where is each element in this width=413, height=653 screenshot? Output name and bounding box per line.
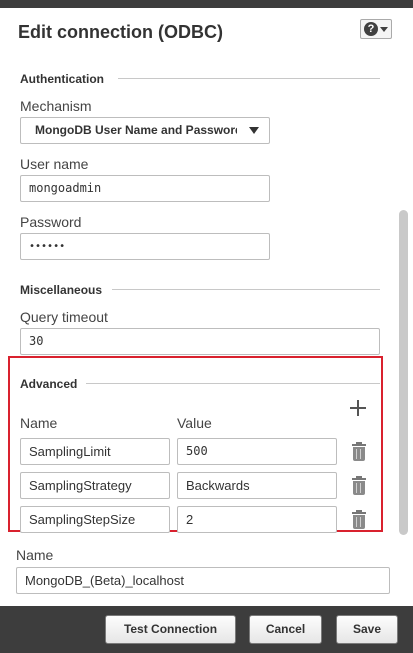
scrollbar-thumb[interactable] xyxy=(399,210,408,535)
test-connection-button[interactable]: Test Connection xyxy=(105,615,236,644)
connection-name-input[interactable]: MongoDB_(Beta)_localhost xyxy=(16,567,390,594)
trash-icon[interactable] xyxy=(352,442,366,461)
password-input[interactable]: •••••• xyxy=(20,233,270,260)
miscellaneous-divider xyxy=(112,289,380,290)
mechanism-selected-value: MongoDB User Name and Password xyxy=(35,123,237,137)
chevron-down-icon xyxy=(380,26,388,32)
help-button[interactable]: ? xyxy=(360,19,392,39)
section-authentication: Authentication xyxy=(20,72,104,86)
advanced-row-value-input[interactable]: Backwards xyxy=(177,472,337,499)
advanced-row-value-input[interactable]: 500 xyxy=(177,438,337,465)
help-icon: ? xyxy=(364,22,378,36)
section-miscellaneous: Miscellaneous xyxy=(20,283,103,297)
advanced-row-name-input[interactable]: SamplingStrategy xyxy=(20,472,170,499)
advanced-name-header: Name xyxy=(20,415,58,431)
username-label: User name xyxy=(20,156,89,172)
query-timeout-input[interactable]: 30 xyxy=(20,328,380,355)
advanced-row-value-input[interactable]: 2 xyxy=(177,506,337,533)
password-label: Password xyxy=(20,214,82,230)
username-input[interactable]: mongoadmin xyxy=(20,175,270,202)
mechanism-label: Mechanism xyxy=(20,98,92,114)
trash-icon[interactable] xyxy=(352,476,366,495)
plus-icon[interactable] xyxy=(350,400,366,416)
save-button[interactable]: Save xyxy=(336,615,398,644)
mechanism-select[interactable]: MongoDB User Name and Password xyxy=(20,117,270,144)
advanced-value-header: Value xyxy=(177,415,212,431)
dialog-title: Edit connection (ODBC) xyxy=(18,22,223,42)
section-advanced: Advanced xyxy=(20,377,78,391)
trash-icon[interactable] xyxy=(352,510,366,529)
authentication-divider xyxy=(118,78,380,79)
connection-name-label: Name xyxy=(16,547,54,563)
advanced-divider xyxy=(86,383,380,384)
advanced-row-name-input[interactable]: SamplingStepSize xyxy=(20,506,170,533)
window-top-edge xyxy=(0,0,413,8)
advanced-row-name-input[interactable]: SamplingLimit xyxy=(20,438,170,465)
cancel-button[interactable]: Cancel xyxy=(249,615,322,644)
chevron-down-icon xyxy=(249,127,259,134)
query-timeout-label: Query timeout xyxy=(20,309,108,325)
